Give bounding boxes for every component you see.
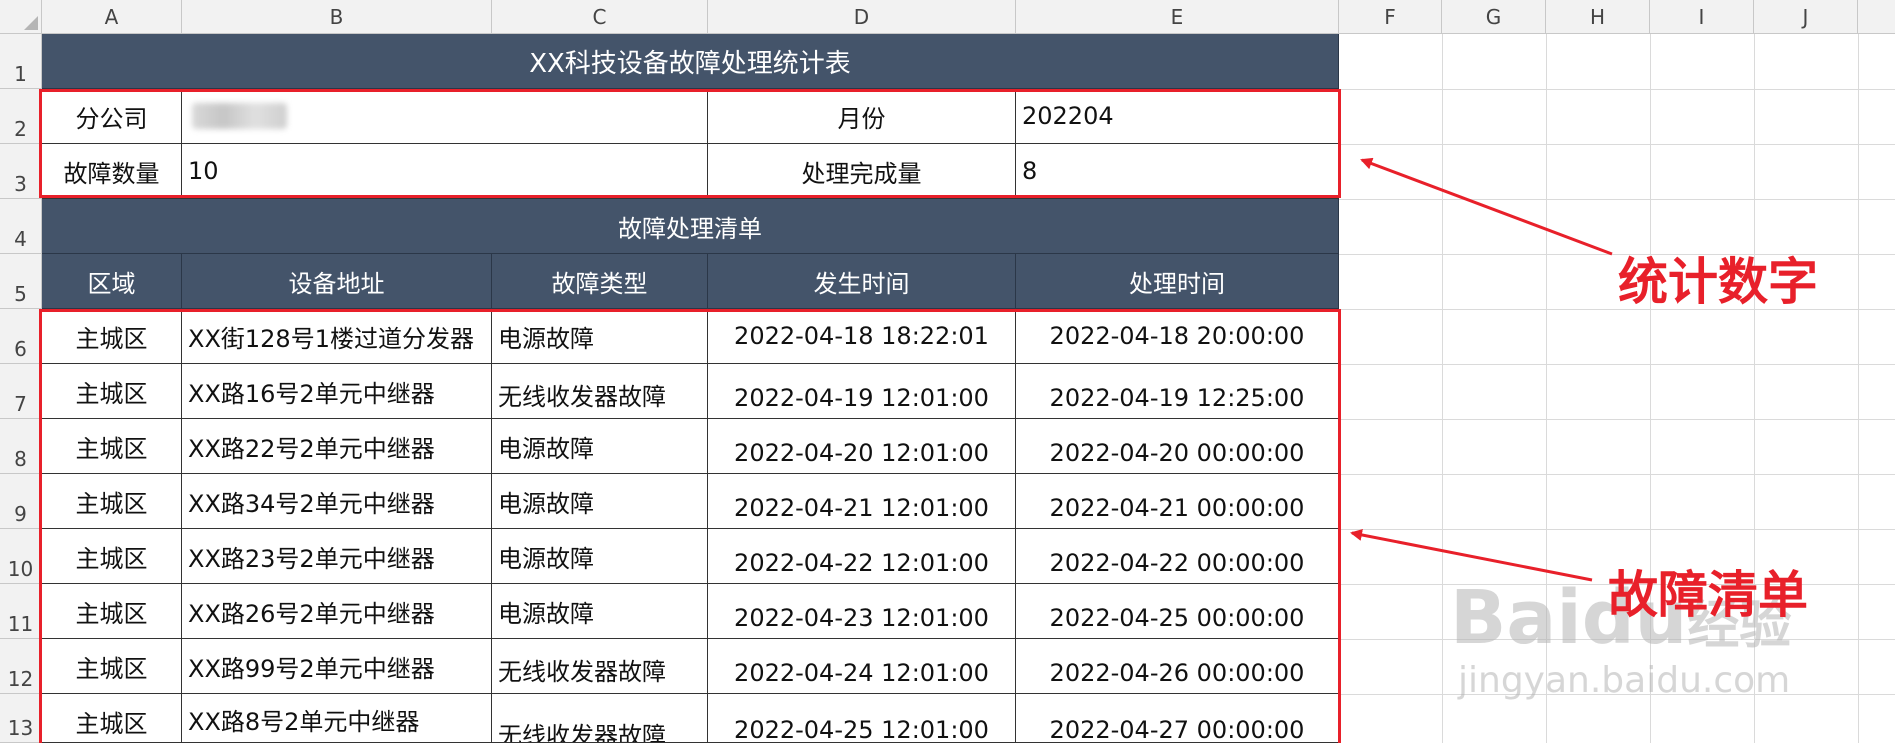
list-arrow — [1350, 529, 1593, 582]
stats-annotation-label: 统计数字 — [1618, 253, 1818, 311]
list-annotation-label: 故障清单 — [1608, 566, 1808, 624]
stats-arrow — [1360, 157, 1613, 256]
annotation-arrows — [1350, 157, 1613, 582]
